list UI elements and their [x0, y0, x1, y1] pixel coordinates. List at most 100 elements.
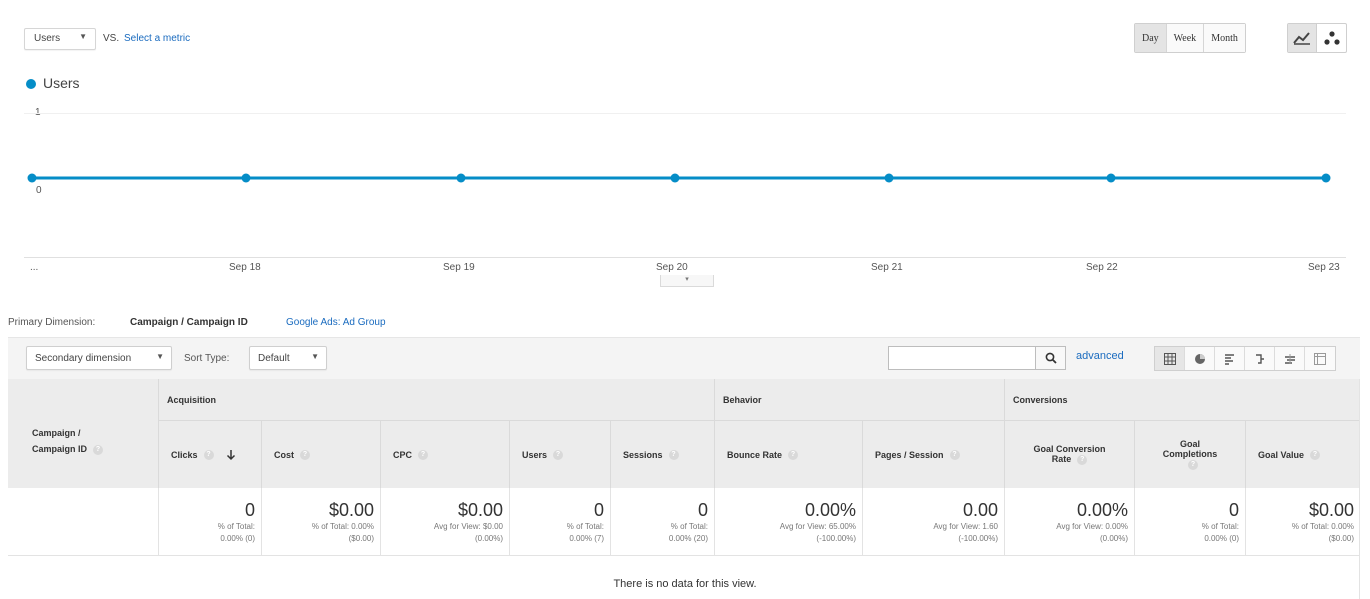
- column-header-clicks[interactable]: Clicks?: [158, 421, 261, 488]
- sessions-header-label: Sessions: [623, 449, 663, 460]
- help-icon[interactable]: ?: [418, 449, 429, 460]
- total-cost-sub: % of Total: 0.00%: [311, 522, 374, 531]
- advanced-filter-link[interactable]: advanced: [1076, 350, 1124, 362]
- total-goal-completions-value: 0: [1228, 500, 1239, 520]
- help-icon[interactable]: ?: [203, 449, 214, 460]
- goal-conv-rate-header-line1: Goal Conversion: [1033, 444, 1106, 455]
- motion-chart-button[interactable]: [1317, 24, 1346, 52]
- column-header-goal-conversion-rate[interactable]: Goal Conversion Rate?: [1004, 421, 1134, 488]
- comparison-view-button[interactable]: [1245, 347, 1275, 370]
- total-clicks-sub: % of Total:: [217, 522, 255, 531]
- total-users-value: 0: [593, 500, 604, 520]
- primary-dimension-ad-group-link[interactable]: Google Ads: Ad Group: [286, 317, 386, 328]
- help-icon[interactable]: ?: [788, 449, 799, 460]
- total-bounce-rate-value: 0.00%: [804, 500, 856, 520]
- data-point[interactable]: [884, 173, 894, 183]
- period-week-button[interactable]: Week: [1166, 24, 1205, 52]
- help-icon[interactable]: ?: [668, 449, 679, 460]
- collapse-chart-handle[interactable]: ▾: [660, 275, 714, 287]
- goal-value-header-label: Goal Value: [1258, 449, 1305, 460]
- total-bounce-rate-sub: (-100.00%): [816, 534, 856, 543]
- data-point[interactable]: [1321, 173, 1331, 183]
- campaign-column-header[interactable]: Campaign / Campaign ID?: [8, 379, 158, 488]
- column-header-goal-value[interactable]: Goal Value?: [1245, 421, 1360, 488]
- goal-completions-header-line1: Goal: [1179, 439, 1200, 450]
- users-line-chart: [27, 173, 1331, 183]
- help-icon[interactable]: ?: [300, 449, 310, 460]
- help-icon[interactable]: ?: [1310, 449, 1321, 460]
- x-axis-label: ...: [30, 262, 39, 273]
- x-axis-label: Sep 23: [1308, 262, 1340, 273]
- total-cost-cell: $0.00 % of Total: 0.00% ($0.00): [261, 488, 380, 556]
- sort-descending-icon[interactable]: [226, 449, 236, 461]
- grid-table-icon: [1163, 352, 1176, 365]
- table-search-input[interactable]: [888, 346, 1036, 370]
- total-cost-value: $0.00: [328, 500, 374, 520]
- sort-type-dropdown[interactable]: Default ▼: [249, 346, 327, 370]
- chart-divider: [24, 257, 1346, 258]
- column-header-bounce-rate[interactable]: Bounce Rate?: [714, 421, 862, 488]
- group-conversions: Conversions: [1004, 379, 1360, 421]
- data-table-view-button[interactable]: [1155, 347, 1185, 370]
- total-goal-value-sub: % of Total: 0.00%: [1291, 522, 1354, 531]
- total-cost-sub: ($0.00): [348, 534, 374, 543]
- secondary-dimension-dropdown[interactable]: Secondary dimension ▼: [26, 346, 172, 370]
- total-cpc-sub: Avg for View: $0.00: [433, 522, 503, 531]
- column-header-cpc[interactable]: CPC?: [380, 421, 509, 488]
- total-pages-session-sub: (-100.00%): [958, 534, 998, 543]
- total-cpc-cell: $0.00 Avg for View: $0.00 (0.00%): [380, 488, 509, 556]
- help-icon[interactable]: ?: [553, 449, 564, 460]
- total-goal-completions-cell: 0 % of Total: 0.00% (0): [1134, 488, 1245, 556]
- search-icon: [1045, 352, 1057, 364]
- data-point[interactable]: [241, 173, 251, 183]
- line-chart-button[interactable]: [1288, 24, 1318, 52]
- pie-chart-icon: [1194, 353, 1205, 364]
- total-sessions-value: 0: [697, 500, 708, 520]
- chevron-down-icon: ▼: [79, 32, 87, 41]
- total-goal-completions-sub: % of Total:: [1201, 522, 1239, 531]
- search-button[interactable]: [1036, 346, 1066, 370]
- data-point[interactable]: [27, 173, 37, 183]
- table-view-toggle: [1154, 346, 1336, 371]
- primary-dimension-campaign[interactable]: Campaign / Campaign ID: [130, 317, 248, 328]
- goal-completions-header-line2: Completions: [1162, 449, 1218, 460]
- x-axis-label: Sep 21: [871, 262, 903, 273]
- sort-type-label: Sort Type:: [184, 353, 230, 364]
- pivot-view-button[interactable]: [1305, 347, 1335, 370]
- data-point[interactable]: [1106, 173, 1116, 183]
- column-header-users[interactable]: Users?: [509, 421, 610, 488]
- data-point[interactable]: [670, 173, 680, 183]
- help-icon[interactable]: ?: [949, 449, 960, 460]
- total-cpc-value: $0.00: [457, 500, 503, 520]
- performance-view-button[interactable]: [1215, 347, 1245, 370]
- column-header-pages-session[interactable]: Pages / Session?: [862, 421, 1004, 488]
- pivot-table-icon: [1314, 352, 1326, 365]
- sort-type-value: Default: [258, 353, 290, 364]
- period-day-button[interactable]: Day: [1135, 24, 1167, 52]
- help-icon[interactable]: ?: [93, 444, 104, 455]
- bounce-rate-header-label: Bounce Rate: [727, 449, 783, 460]
- percentage-view-button[interactable]: [1185, 347, 1215, 370]
- column-header-cost[interactable]: Cost?: [261, 421, 380, 488]
- period-month-button[interactable]: Month: [1204, 24, 1245, 52]
- total-users-cell: 0 % of Total: 0.00% (7): [509, 488, 610, 556]
- data-point[interactable]: [456, 173, 466, 183]
- total-sessions-cell: 0 % of Total: 0.00% (20): [610, 488, 714, 556]
- column-header-sessions[interactable]: Sessions?: [610, 421, 714, 488]
- select-metric-link[interactable]: Select a metric: [124, 33, 190, 44]
- period-toggle: Day Week Month: [1134, 23, 1246, 53]
- chevron-down-icon: ▼: [311, 352, 319, 361]
- chart-type-toggle: [1287, 23, 1347, 53]
- help-icon[interactable]: ?: [1077, 454, 1088, 465]
- total-users-sub: 0.00% (7): [569, 534, 604, 543]
- primary-dimension-label: Primary Dimension:: [8, 317, 96, 328]
- metric-select[interactable]: Users ▼: [24, 28, 96, 50]
- total-clicks-sub: 0.00% (0): [220, 534, 255, 543]
- total-cpc-sub: (0.00%): [474, 534, 503, 543]
- total-bounce-rate-cell: 0.00% Avg for View: 65.00% (-100.00%): [714, 488, 862, 556]
- help-icon[interactable]: ?: [1187, 459, 1198, 470]
- column-header-goal-completions[interactable]: Goal Completions ?: [1134, 421, 1245, 488]
- total-clicks-cell: 0 % of Total: 0.00% (0): [158, 488, 261, 556]
- term-cloud-view-button[interactable]: [1275, 347, 1305, 370]
- total-users-sub: % of Total:: [566, 522, 604, 531]
